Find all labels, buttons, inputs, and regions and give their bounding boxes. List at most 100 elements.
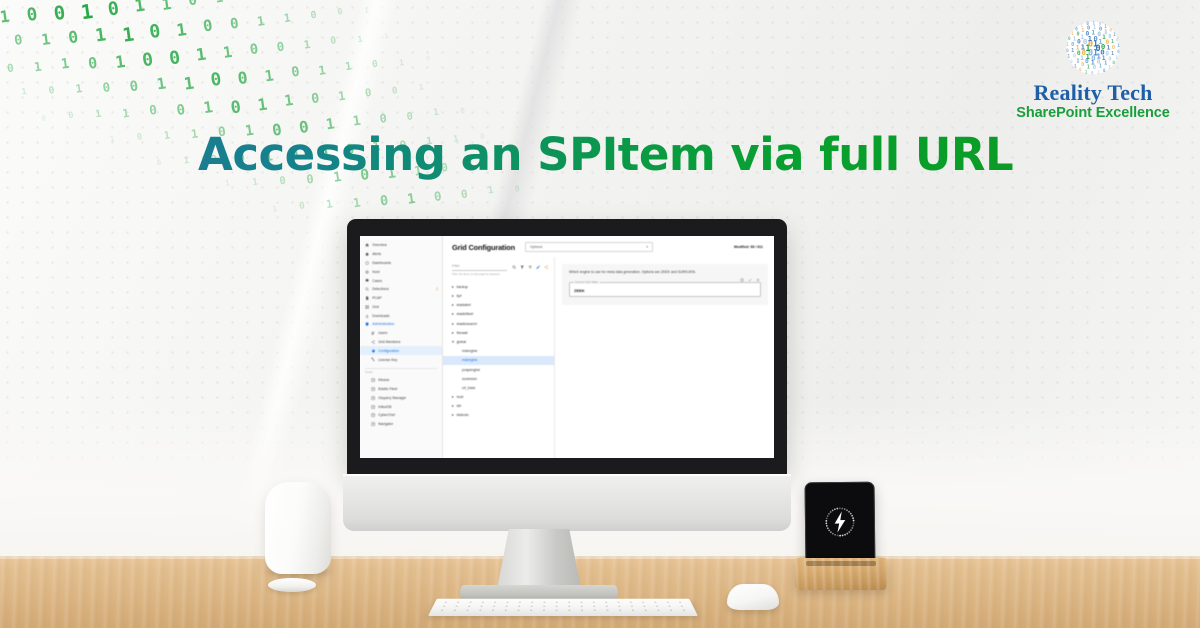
sidebar-item-administration[interactable]: Administration (360, 320, 442, 329)
sidebar-item-downloads[interactable]: Downloads (360, 311, 442, 320)
phone-stand (795, 558, 887, 590)
sidebar-item-label: Users (378, 331, 388, 336)
promo-banner: 0110010110100111001011010011001010110100… (0, 0, 1200, 628)
tree-item-bpf[interactable]: bpf (443, 291, 554, 300)
sidebar-divider (365, 367, 437, 369)
edit-icon[interactable] (536, 265, 540, 269)
chevron-right-icon[interactable] (452, 295, 454, 298)
filter-input[interactable]: Filter (452, 264, 507, 271)
tree-item-elasticsearch[interactable]: elasticsearch (443, 319, 554, 328)
share-icon[interactable] (544, 265, 548, 270)
app-body: Filter Filter the items on this page by … (443, 257, 774, 458)
tree-item-url_base[interactable]: url_base (443, 383, 554, 392)
speaker-coaster (268, 578, 316, 592)
filter-hint: Filter the items on this page by keyword (452, 272, 500, 276)
sidebar-item-elastic-fleet[interactable]: Elastic Fleet (360, 385, 442, 394)
config-tree-panel: Filter Filter the items on this page by … (443, 257, 555, 458)
svg-text:0: 0 (1073, 54, 1076, 60)
chevron-down-icon[interactable] (452, 340, 454, 343)
tree-item-mdengine[interactable]: mdengine (443, 355, 554, 365)
tree-item-soversion[interactable]: soversion (443, 374, 554, 383)
sidebar-item-cyberchef[interactable]: CyberChef (360, 411, 442, 420)
gauge-icon (365, 261, 369, 265)
sidebar-item-users[interactable]: Users (360, 329, 442, 338)
tree-item-idh[interactable]: idh (443, 402, 554, 411)
tree-item-idstools[interactable]: idstools (443, 411, 554, 420)
svg-text:0: 0 (1117, 49, 1120, 54)
modified-counter: Modified: 66 / 611 (734, 245, 763, 249)
sidebar-item-navigator[interactable]: Navigator (360, 420, 442, 429)
sidebar-item-pcap[interactable]: PCAP (360, 294, 442, 303)
users-icon (371, 331, 375, 335)
tree-item-label: soversion (462, 376, 477, 381)
tree-item-label: idh (456, 404, 462, 409)
chevron-right-icon[interactable] (452, 405, 454, 408)
grid-value-input[interactable]: Current Grid Value ZEEK (569, 280, 761, 297)
wireless-mouse (727, 584, 779, 610)
svg-text:0: 0 (1116, 37, 1119, 42)
svg-text:1: 1 (1080, 34, 1084, 41)
chevron-right-icon[interactable] (452, 331, 454, 334)
sidebar-item-influxdb[interactable]: InfluxDB (360, 402, 442, 411)
svg-text:1: 1 (1093, 25, 1096, 31)
sidebar-item-hunt[interactable]: Hunt (360, 267, 442, 276)
sidebar-item-label: License Key (378, 357, 398, 362)
tree-item-label: global (456, 339, 466, 344)
tree-item-global[interactable]: global (443, 337, 554, 346)
chevron-right-icon[interactable] (452, 396, 454, 399)
sidebar-item-label: Administration (372, 322, 395, 327)
sort-icon[interactable] (528, 265, 532, 269)
tree-item-label: idstools (456, 413, 469, 418)
external-link-icon (371, 404, 375, 409)
app-page-title: Grid Configuration (452, 242, 515, 252)
tree-item-label: firewall (456, 330, 468, 335)
tree-item-firewall[interactable]: firewall (443, 328, 554, 337)
config-detail-panel: Which engine to use for meta data genera… (555, 257, 774, 458)
sidebar-item-detections[interactable]: Detections 1 (360, 285, 442, 294)
sidebar-item-overview[interactable]: Overview (360, 241, 442, 250)
chevron-right-icon[interactable] (452, 304, 454, 307)
chevron-right-icon[interactable] (452, 414, 454, 417)
funnel-icon[interactable] (520, 265, 524, 270)
svg-text:0: 0 (1108, 56, 1111, 62)
external-link-icon (371, 413, 375, 418)
sidebar-item-dashboards[interactable]: Dashboards (360, 259, 442, 268)
sidebar-item-osquery-manager[interactable]: Osquery Manager (360, 394, 442, 403)
chevron-right-icon[interactable] (452, 322, 454, 325)
grid-icon (365, 305, 369, 309)
tree-item-elastalert[interactable]: elastalert (443, 301, 554, 310)
tree-item-pcapengine[interactable]: pcapengine (443, 365, 554, 374)
chevron-right-icon[interactable] (452, 285, 454, 288)
sidebar-item-license-key[interactable]: License Key (360, 355, 442, 364)
sidebar-item-label: Kibana (378, 378, 390, 383)
brand-tagline: SharePoint Excellence (1016, 105, 1170, 122)
monitor-stand-neck (497, 529, 581, 589)
sidebar-item-alerts[interactable]: Alerts (360, 250, 442, 259)
key-icon (371, 357, 375, 362)
tree-item-mdengine[interactable]: mdengine (443, 347, 554, 356)
wireless-keyboard (428, 598, 698, 616)
external-link-icon (371, 422, 375, 426)
tree-item-backup[interactable]: backup (443, 282, 554, 291)
security-onion-app: Overview Alerts Dashboards Hunt Cases Detecti… (360, 236, 774, 458)
sidebar-item-label: InfluxDB (378, 404, 392, 409)
sidebar-item-label: Grid Members (378, 339, 401, 344)
sidebar-item-grid[interactable]: Grid (360, 302, 442, 311)
tree-item-elasticfleet[interactable]: elasticfleet (443, 310, 554, 319)
monitor-bezel: Overview Alerts Dashboards Hunt Cases Detecti… (347, 219, 787, 475)
sidebar-item-grid-members[interactable]: Grid Members (360, 338, 442, 347)
app-header: Grid Configuration Options ▾ Modified: 6… (443, 236, 774, 257)
sidebar-item-label: Osquery Manager (378, 395, 407, 400)
sidebar-item-configuration[interactable]: Configuration (360, 346, 442, 356)
search-icon[interactable] (512, 265, 516, 270)
options-dropdown[interactable]: Options ▾ (525, 242, 653, 252)
smart-speaker (265, 482, 331, 574)
external-link-icon (371, 396, 375, 400)
options-dropdown-value: Options (530, 245, 543, 249)
tree-item-label: pcapengine (462, 367, 481, 372)
sidebar-item-kibana[interactable]: Kibana (360, 376, 442, 385)
chevron-right-icon[interactable] (452, 313, 454, 316)
sidebar-item-cases[interactable]: Cases (360, 276, 442, 285)
tree-item-host[interactable]: host (443, 392, 554, 401)
search-icon (365, 287, 369, 292)
